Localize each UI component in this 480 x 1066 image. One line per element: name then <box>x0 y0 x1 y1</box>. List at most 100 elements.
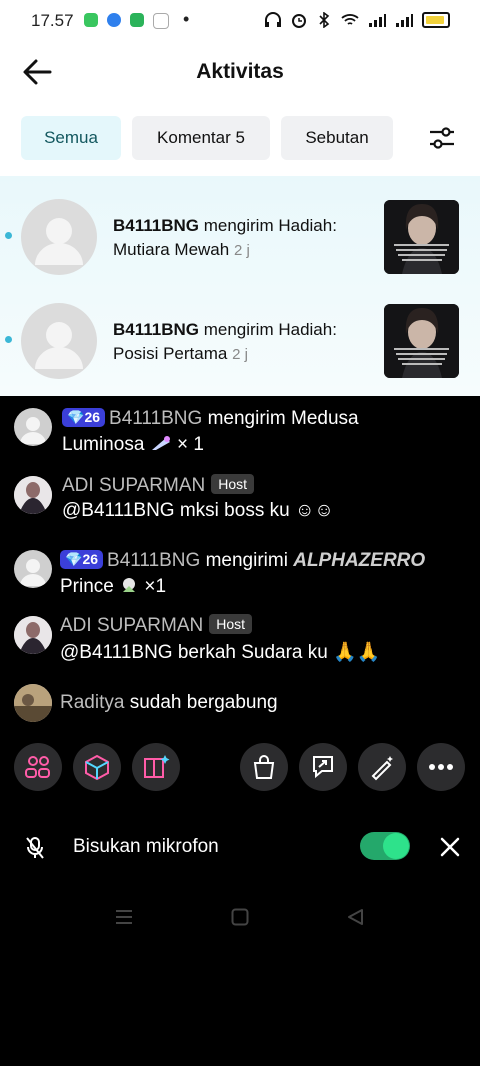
tab-sebutan[interactable]: Sebutan <box>281 116 393 160</box>
avatar[interactable] <box>14 476 52 514</box>
thumbnail-image <box>384 304 459 378</box>
chat-message[interactable]: ADI SUPARMAN Host @B4111BNG mksi boss ku … <box>0 474 480 534</box>
bluetooth-icon <box>319 12 330 28</box>
host-badge: Host <box>211 474 255 494</box>
live-chat: 💎26 B4111BNG mengirim Medusa Luminosa × 1… <box>0 396 480 742</box>
chat-text: sudah bergabung <box>124 692 278 713</box>
avatar[interactable] <box>14 684 52 722</box>
user-photo <box>14 616 52 654</box>
effects-button[interactable] <box>73 743 121 791</box>
gallery-button[interactable] <box>132 743 180 791</box>
tab-semua[interactable]: Semua <box>21 116 121 160</box>
status-bar: 17.57 • <box>0 0 480 42</box>
gift-count: × 1 <box>171 434 204 455</box>
headphones-icon <box>265 12 281 27</box>
unread-dot <box>5 232 12 239</box>
mute-toggle[interactable] <box>360 832 410 860</box>
chat-username[interactable]: B4111BNG <box>107 550 200 571</box>
notification-action: mengirim Hadiah: <box>199 216 337 235</box>
page-title: Aktivitas <box>196 60 284 83</box>
chat-message[interactable]: Raditya sudah bergabung <box>0 684 480 724</box>
notification-action: mengirim Hadiah: <box>199 320 337 339</box>
notification-user[interactable]: B4111BNG <box>113 216 199 235</box>
app-icon <box>107 13 121 27</box>
mute-banner: Bisukan mikrofon <box>0 822 480 872</box>
guests-button[interactable] <box>14 743 62 791</box>
notification-item[interactable]: B4111BNG mengirim Hadiah: Mutiara Mewah … <box>0 190 480 294</box>
signal-icon <box>369 14 386 27</box>
app-icon <box>130 13 144 27</box>
status-dot: • <box>183 9 190 29</box>
chat-text: @B4111BNG mksi boss ku ☺☺ <box>62 500 334 521</box>
chat-username[interactable]: ADI SUPARMAN <box>60 615 203 636</box>
default-avatar-icon <box>20 559 46 586</box>
alarm-icon <box>292 14 306 28</box>
chat-username[interactable]: ADI SUPARMAN <box>62 475 205 496</box>
status-time: 17.57 <box>31 11 74 30</box>
tab-komentar[interactable]: Komentar 5 <box>132 116 270 160</box>
notification-text: B4111BNG mengirim Hadiah: Mutiara Mewah … <box>113 214 373 263</box>
tiktok-icon <box>153 13 169 29</box>
users-icon <box>25 756 50 778</box>
level-badge: 💎26 <box>62 408 106 427</box>
avatar[interactable] <box>21 303 97 379</box>
chat-line: 💎26 B4111BNG mengirim Medusa <box>62 408 359 430</box>
chat-line: ADI SUPARMAN Host <box>62 474 255 497</box>
signal-icon <box>396 14 413 27</box>
header: Aktivitas <box>0 42 480 104</box>
recent-apps-icon[interactable] <box>115 908 133 926</box>
chat-message[interactable]: ADI SUPARMAN Host @B4111BNG berkah Sudara… <box>0 614 480 674</box>
avatar[interactable] <box>21 199 97 275</box>
chat-line: 💎26 B4111BNG mengirimi ALPHAZERRO <box>60 550 425 572</box>
video-thumbnail[interactable] <box>384 304 459 378</box>
gift-name: ALPHAZERRO <box>293 550 426 571</box>
home-icon[interactable] <box>231 908 249 926</box>
notification-list: B4111BNG mengirim Hadiah: Mutiara Mewah … <box>0 176 480 396</box>
avatar[interactable] <box>14 408 52 446</box>
chat-text: mengirim Medusa <box>202 408 359 429</box>
chat-line: Luminosa × 1 <box>62 434 204 456</box>
notification-time: 2 j <box>233 242 250 259</box>
default-avatar-icon <box>35 322 83 369</box>
chat-text: mengirimi <box>200 550 294 571</box>
filter-button[interactable] <box>404 116 480 160</box>
system-nav-bar <box>0 900 480 934</box>
avatar[interactable] <box>14 616 52 654</box>
more-button[interactable] <box>417 743 465 791</box>
gift-count: ×1 <box>139 576 167 597</box>
notification-gift: Mutiara Mewah <box>113 240 230 259</box>
chat-username[interactable]: Raditya <box>60 692 124 713</box>
activity-panel: 17.57 • Aktivitas Semua Komentar 5 Sebut… <box>0 0 480 396</box>
share-icon <box>313 756 333 779</box>
close-icon[interactable] <box>439 836 461 858</box>
gift-name: Luminosa <box>62 434 145 455</box>
more-icon <box>429 764 453 770</box>
gift-name-2: Prince <box>60 576 114 597</box>
thumbnail-image <box>384 200 459 274</box>
back-nav-icon[interactable] <box>346 908 364 926</box>
avatar[interactable] <box>14 550 52 588</box>
chat-line: Raditya sudah bergabung <box>60 692 278 714</box>
status-icons <box>264 12 450 28</box>
chat-line: Prince ×1 <box>60 576 166 598</box>
chat-username[interactable]: B4111BNG <box>109 408 202 429</box>
notification-time: 2 j <box>232 346 248 363</box>
sliders-icon <box>430 127 454 149</box>
magic-wand-icon <box>371 756 393 781</box>
shop-button[interactable] <box>240 743 288 791</box>
notification-user[interactable]: B4111BNG <box>113 320 199 339</box>
notification-gift: Posisi Pertama <box>113 344 228 363</box>
chat-text: @B4111BNG berkah Sudara ku 🙏🙏 <box>60 642 381 663</box>
chat-message[interactable]: 💎26 B4111BNG mengirimi ALPHAZERRO Prince … <box>0 550 480 612</box>
tab-bar: Semua Komentar 5 Sebutan <box>0 116 480 162</box>
notification-item[interactable]: B4111BNG mengirim Hadiah: Posisi Pertama… <box>0 294 480 398</box>
share-button[interactable] <box>299 743 347 791</box>
host-badge: Host <box>209 614 253 634</box>
video-thumbnail[interactable] <box>384 200 459 274</box>
level-badge: 💎26 <box>60 550 104 569</box>
notification-text: B4111BNG mengirim Hadiah: Posisi Pertama… <box>113 318 373 367</box>
beauty-button[interactable] <box>358 743 406 791</box>
gift-icon <box>123 578 136 592</box>
chat-message[interactable]: 💎26 B4111BNG mengirim Medusa Luminosa × 1 <box>0 408 480 470</box>
app-icon <box>84 13 98 27</box>
